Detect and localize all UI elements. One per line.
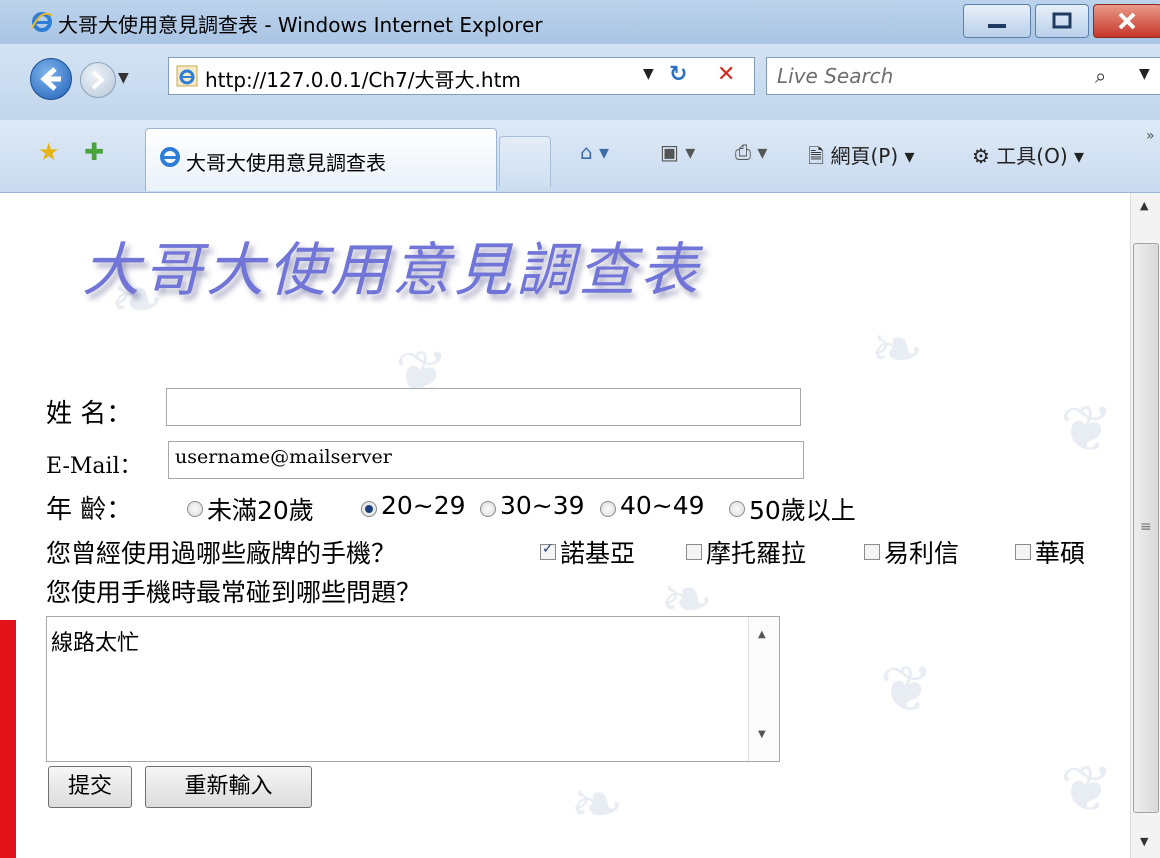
background-leaf-icon: ❦ xyxy=(1060,393,1114,467)
back-button[interactable] xyxy=(30,58,72,100)
new-tab-button[interactable] xyxy=(499,136,551,187)
textarea-scrollbar[interactable]: ▲ ▼ xyxy=(748,617,779,761)
forward-arrow-icon xyxy=(91,70,106,90)
maximize-icon xyxy=(1052,12,1072,29)
reset-button[interactable]: 重新輸入 xyxy=(145,766,312,808)
refresh-icon[interactable]: ↻ xyxy=(669,62,687,87)
search-box[interactable]: Live Search ⌕ ▼ xyxy=(766,57,1160,95)
background-leaf-icon: ❧ xyxy=(570,768,624,842)
problems-text[interactable]: 線路太忙 xyxy=(51,625,139,657)
print-icon[interactable]: ⎙ ▾ xyxy=(735,140,767,164)
brand-option-label: 摩托羅拉 xyxy=(706,539,807,568)
brand-option-label: 華碩 xyxy=(1035,539,1086,568)
search-placeholder[interactable]: Live Search xyxy=(777,64,893,88)
page-content: ❧ ❦ ❧ ❦ ❧ ❦ ❧ ❦ 大哥大使用意見調查表 姓 名： E-Mail： … xyxy=(0,193,1130,858)
address-bar[interactable]: http://127.0.0.1/Ch7/大哥大.htm ▼ ↻ ✕ xyxy=(168,57,755,95)
background-leaf-icon: ❦ xyxy=(880,653,934,727)
problems-textarea[interactable]: 線路太忙 ▲ ▼ xyxy=(46,616,780,762)
ie-icon xyxy=(31,12,53,32)
brand-checkbox-ericsson[interactable] xyxy=(864,544,880,560)
age-option-label: 未滿20歲 xyxy=(207,496,314,525)
background-leaf-icon: ❧ xyxy=(870,313,924,387)
minimize-icon xyxy=(988,24,1006,28)
chevron-down-icon: ▾ xyxy=(1074,144,1085,168)
age-radio-20-29[interactable] xyxy=(361,501,377,517)
add-favorite-icon[interactable]: ✚ xyxy=(84,138,104,166)
age-label: 年 齡： xyxy=(46,495,133,525)
page-menu-label[interactable]: 網頁(P) xyxy=(830,144,898,168)
brand-checkbox-nokia[interactable] xyxy=(540,541,556,560)
search-icon[interactable]: ⌕ xyxy=(1095,64,1106,88)
age-option-label: 20~29 xyxy=(381,491,466,520)
toolbar-overflow-icon[interactable]: » xyxy=(1146,128,1155,144)
title-bar: 大哥大使用意見調查表 - Windows Internet Explorer xyxy=(0,0,1160,45)
scroll-up-icon[interactable]: ▲ xyxy=(758,629,766,640)
page-heading: 大哥大使用意見調查表 xyxy=(82,236,703,304)
gear-icon: ⚙ xyxy=(972,144,990,168)
tools-menu-label[interactable]: 工具(O) xyxy=(996,144,1067,168)
email-field[interactable]: username@mailserver xyxy=(168,441,804,479)
scroll-up-icon[interactable]: ▲ xyxy=(1140,199,1148,212)
chevron-down-icon: ▾ xyxy=(904,144,915,168)
tools-menu[interactable]: ⚙ 工具(O) ▾ xyxy=(972,140,1084,169)
history-dropdown-icon[interactable]: ▼ xyxy=(118,70,129,86)
brand-checkbox-asus[interactable] xyxy=(1015,544,1031,560)
scroll-down-icon[interactable]: ▼ xyxy=(758,729,766,740)
forward-button[interactable] xyxy=(80,62,116,98)
grip-icon: ≡ xyxy=(1140,519,1152,535)
problems-question: 您使用手機時最常碰到哪些問題？ xyxy=(46,578,422,607)
name-field[interactable] xyxy=(166,388,801,426)
close-icon xyxy=(1118,12,1136,30)
page-icon: 🗎 xyxy=(808,144,825,168)
tab-current[interactable]: 大哥大使用意見調查表 xyxy=(145,128,497,191)
back-arrow-icon xyxy=(40,67,61,91)
favorites-star-icon[interactable]: ★ xyxy=(38,138,60,166)
brand-checkbox-motorola[interactable] xyxy=(686,544,702,560)
email-label: E-Mail： xyxy=(46,454,142,479)
feeds-icon[interactable]: ▣ ▾ xyxy=(660,140,695,164)
submit-button[interactable]: 提交 xyxy=(48,766,132,808)
stop-icon[interactable]: ✕ xyxy=(717,62,735,87)
age-option-label: 30~39 xyxy=(500,491,585,520)
page-scrollbar[interactable]: ▲ ≡ ▼ xyxy=(1130,193,1160,858)
page-menu[interactable]: 🗎 網頁(P) ▾ xyxy=(808,140,915,176)
age-option-label: 50歲以上 xyxy=(749,496,856,525)
maximize-button[interactable] xyxy=(1035,4,1089,38)
page-ie-icon xyxy=(176,65,198,87)
age-radio-40-49[interactable] xyxy=(600,501,616,517)
window-title: 大哥大使用意見調查表 - Windows Internet Explorer xyxy=(58,13,543,37)
address-url[interactable]: http://127.0.0.1/Ch7/大哥大.htm xyxy=(205,64,521,93)
home-icon[interactable]: ⌂ ▾ xyxy=(580,140,609,164)
address-dropdown-icon[interactable]: ▼ xyxy=(643,66,654,82)
brand-option-label: 易利信 xyxy=(884,539,960,568)
brands-question: 您曾經使用過哪些廠牌的手機？ xyxy=(46,539,397,568)
age-radio-under20[interactable] xyxy=(187,501,203,517)
tab-ie-icon xyxy=(160,147,180,167)
age-option-label: 40~49 xyxy=(620,491,705,520)
search-dropdown-icon[interactable]: ▼ xyxy=(1139,66,1150,82)
background-leaf-icon: ❦ xyxy=(1060,753,1114,827)
age-radio-50plus[interactable] xyxy=(729,501,745,517)
minimize-button[interactable] xyxy=(963,4,1031,38)
scrollbar-thumb[interactable]: ≡ xyxy=(1133,243,1159,813)
close-button[interactable] xyxy=(1093,4,1160,38)
brand-option-label: 諾基亞 xyxy=(560,539,636,568)
name-label: 姓 名： xyxy=(46,399,133,429)
age-radio-30-39[interactable] xyxy=(480,501,496,517)
tab-title[interactable]: 大哥大使用意見調查表 xyxy=(186,147,386,176)
left-edge-accent xyxy=(0,620,16,858)
scroll-down-icon[interactable]: ▼ xyxy=(1140,835,1148,848)
